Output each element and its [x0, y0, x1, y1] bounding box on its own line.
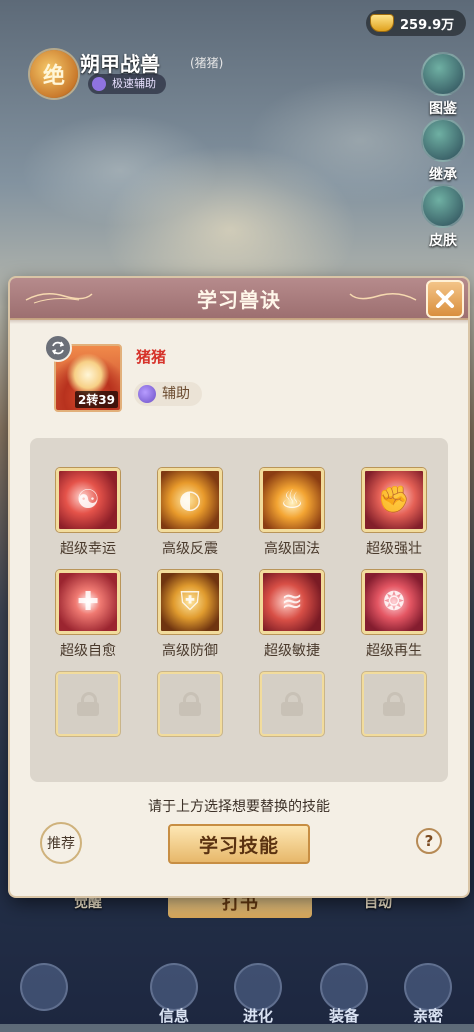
locked-skill-slot[interactable] [145, 672, 235, 736]
skill-slot[interactable]: ☯ 超级幸运 [43, 468, 133, 558]
header-deco-right-icon [349, 293, 417, 301]
side-button-inherit[interactable]: 继承 [420, 118, 466, 184]
locked-skill-slot[interactable] [43, 672, 133, 736]
help-button[interactable]: ? [416, 828, 442, 854]
skill-slot[interactable]: ♨ 高级固法 [247, 468, 337, 558]
fish-luck-icon: ☯ [56, 468, 120, 532]
info-icon [150, 963, 198, 1011]
lock-icon [362, 672, 426, 736]
nav-intimacy[interactable]: 亲密 [398, 963, 458, 1032]
pet-nickname: (猪猪) [190, 56, 224, 70]
bottom-nav: 信息 进化 装备 亲密 [0, 945, 474, 1025]
dialog-header: 学习兽诀 [10, 278, 468, 324]
intimacy-icon [404, 963, 452, 1011]
muscle-arm-icon: ✊ [362, 468, 426, 532]
skill-slot[interactable]: ≋ 超级敏捷 [247, 570, 337, 660]
grade-badge: 绝 [30, 50, 78, 98]
currency-amount: 259.9万 [400, 17, 455, 33]
pet-level: 2转39 [74, 391, 118, 408]
evolve-icon [234, 963, 282, 1011]
locked-skill-slot[interactable] [247, 672, 337, 736]
inherit-icon [421, 118, 465, 162]
side-button-skin[interactable]: 皮肤 [420, 184, 466, 250]
heal-cross-icon: ✚ [56, 570, 120, 634]
skill-slot[interactable]: ⛨ 高级防御 [145, 570, 235, 660]
defense-shield-icon: ⛨ [158, 570, 222, 634]
pet-type-tag: 极速辅助 [88, 74, 166, 94]
pet-name: 猪猪 [136, 348, 167, 366]
skill-slot[interactable]: ◐ 高级反震 [145, 468, 235, 558]
book-icon [421, 52, 465, 96]
recommend-button[interactable]: 推荐 [40, 822, 82, 864]
pet-card[interactable]: 2转39 [44, 334, 122, 412]
lock-icon [260, 672, 324, 736]
role-tag: 辅助 [134, 382, 202, 406]
lock-icon [158, 672, 222, 736]
skill-slot[interactable]: ✚ 超级自愈 [43, 570, 133, 660]
swap-pet-icon[interactable] [44, 334, 72, 362]
gold-ingot-icon [370, 14, 394, 32]
skill-grid: ☯ 超级幸运 ◐ 高级反震 ♨ 高级固法 ✊ 超级强壮 ✚ 超级自愈 ⛨ 高级防… [30, 438, 448, 782]
close-icon [436, 290, 454, 308]
role-icon [138, 385, 156, 403]
skill-slot[interactable]: ❂ 超级再生 [349, 570, 439, 660]
nav-info[interactable]: 信息 [144, 963, 204, 1032]
nav-equipment[interactable]: 装备 [314, 963, 374, 1032]
lock-icon [56, 672, 120, 736]
learn-skill-dialog: 学习兽诀 2转39 猪猪 辅助 ☯ 超级幸运 ◐ 高级反震 ♨ 高级固法 ✊ 超… [10, 278, 468, 896]
fire-shield-icon: ♨ [260, 468, 324, 532]
close-button[interactable] [426, 280, 464, 318]
skill-slot[interactable]: ✊ 超级强壮 [349, 468, 439, 558]
speed-claw-icon: ≋ [260, 570, 324, 634]
nav-evolve[interactable]: 进化 [228, 963, 288, 1032]
side-button-book[interactable]: 图鉴 [420, 52, 466, 118]
currency-display: 259.9万 [366, 10, 466, 36]
learn-skill-button[interactable]: 学习技能 [168, 824, 310, 864]
pet-title: 朔甲战兽 [80, 52, 160, 76]
instruction-text: 请于上方选择想要替换的技能 [148, 799, 330, 815]
locked-skill-slot[interactable] [349, 672, 439, 736]
back-button[interactable] [14, 963, 74, 1011]
shield-counter-icon: ◐ [158, 468, 222, 532]
back-arrow-icon [20, 963, 68, 1011]
skin-icon [421, 184, 465, 228]
equipment-icon [320, 963, 368, 1011]
regen-beast-icon: ❂ [362, 570, 426, 634]
